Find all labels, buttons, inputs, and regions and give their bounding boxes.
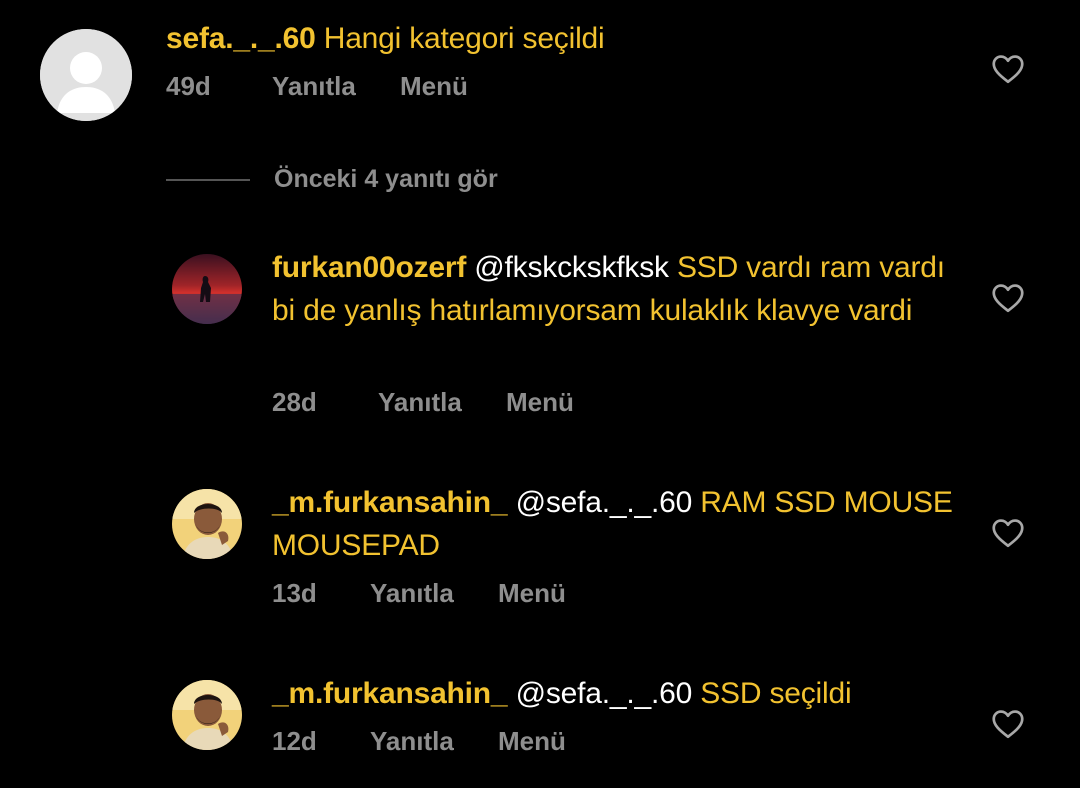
comment-text: _m.furkansahin_ @sefa._._.60 RAM SSD MOU…	[272, 481, 962, 567]
heart-outline-icon[interactable]	[990, 51, 1026, 87]
comment-meta: 28d Yanıtla Menü	[272, 387, 574, 418]
comment-age: 28d	[272, 387, 317, 417]
heart-outline-icon[interactable]	[990, 706, 1026, 742]
heart-outline-icon[interactable]	[990, 280, 1026, 316]
comment-username[interactable]: sefa._._.60	[166, 22, 316, 55]
reply-button[interactable]: Yanıtla	[272, 71, 400, 102]
thread-divider	[166, 178, 250, 181]
comment-mention[interactable]: @sefa._._.60	[516, 486, 693, 519]
comment-text: sefa._._.60 Hangi kategori seçildi	[166, 17, 946, 60]
comment-body: SSD seçildi	[700, 677, 852, 710]
heart-outline-icon[interactable]	[990, 515, 1026, 551]
comment-age: 12d	[272, 726, 317, 756]
view-previous-replies-row[interactable]: Önceki 4 yanıtı gör	[166, 165, 498, 194]
comment-meta: 13d Yanıtla Menü	[272, 578, 566, 609]
menu-button[interactable]: Menü	[506, 387, 574, 418]
view-previous-replies-button[interactable]: Önceki 4 yanıtı gör	[274, 165, 498, 194]
avatar[interactable]	[172, 489, 242, 559]
default-avatar-icon[interactable]	[40, 29, 132, 121]
reply-button[interactable]: Yanıtla	[378, 387, 506, 418]
comment-username[interactable]: _m.furkansahin_	[272, 677, 508, 710]
comment-mention[interactable]: @fkskckskfksk	[474, 251, 669, 284]
avatar[interactable]	[172, 680, 242, 750]
comment-username[interactable]: _m.furkansahin_	[272, 486, 508, 519]
comment-meta: 49d Yanıtla Menü	[166, 71, 468, 102]
menu-button[interactable]: Menü	[498, 578, 566, 609]
reply-button[interactable]: Yanıtla	[370, 726, 498, 757]
comment-text: _m.furkansahin_ @sefa._._.60 SSD seçildi	[272, 672, 962, 715]
comment-text: furkan00ozerf @fkskckskfksk SSD vardı ra…	[272, 246, 962, 332]
comment-username[interactable]: furkan00ozerf	[272, 251, 466, 284]
comments-thread: sefa._._.60 Hangi kategori seçildi 49d Y…	[0, 0, 1080, 788]
menu-button[interactable]: Menü	[498, 726, 566, 757]
comment-age: 13d	[272, 578, 317, 608]
comment-age: 49d	[166, 71, 211, 101]
menu-button[interactable]: Menü	[400, 71, 468, 102]
reply-button[interactable]: Yanıtla	[370, 578, 498, 609]
comment-body: Hangi kategori seçildi	[323, 22, 605, 55]
avatar[interactable]	[172, 254, 242, 324]
comment-meta: 12d Yanıtla Menü	[272, 726, 566, 757]
comment-mention[interactable]: @sefa._._.60	[516, 677, 693, 710]
